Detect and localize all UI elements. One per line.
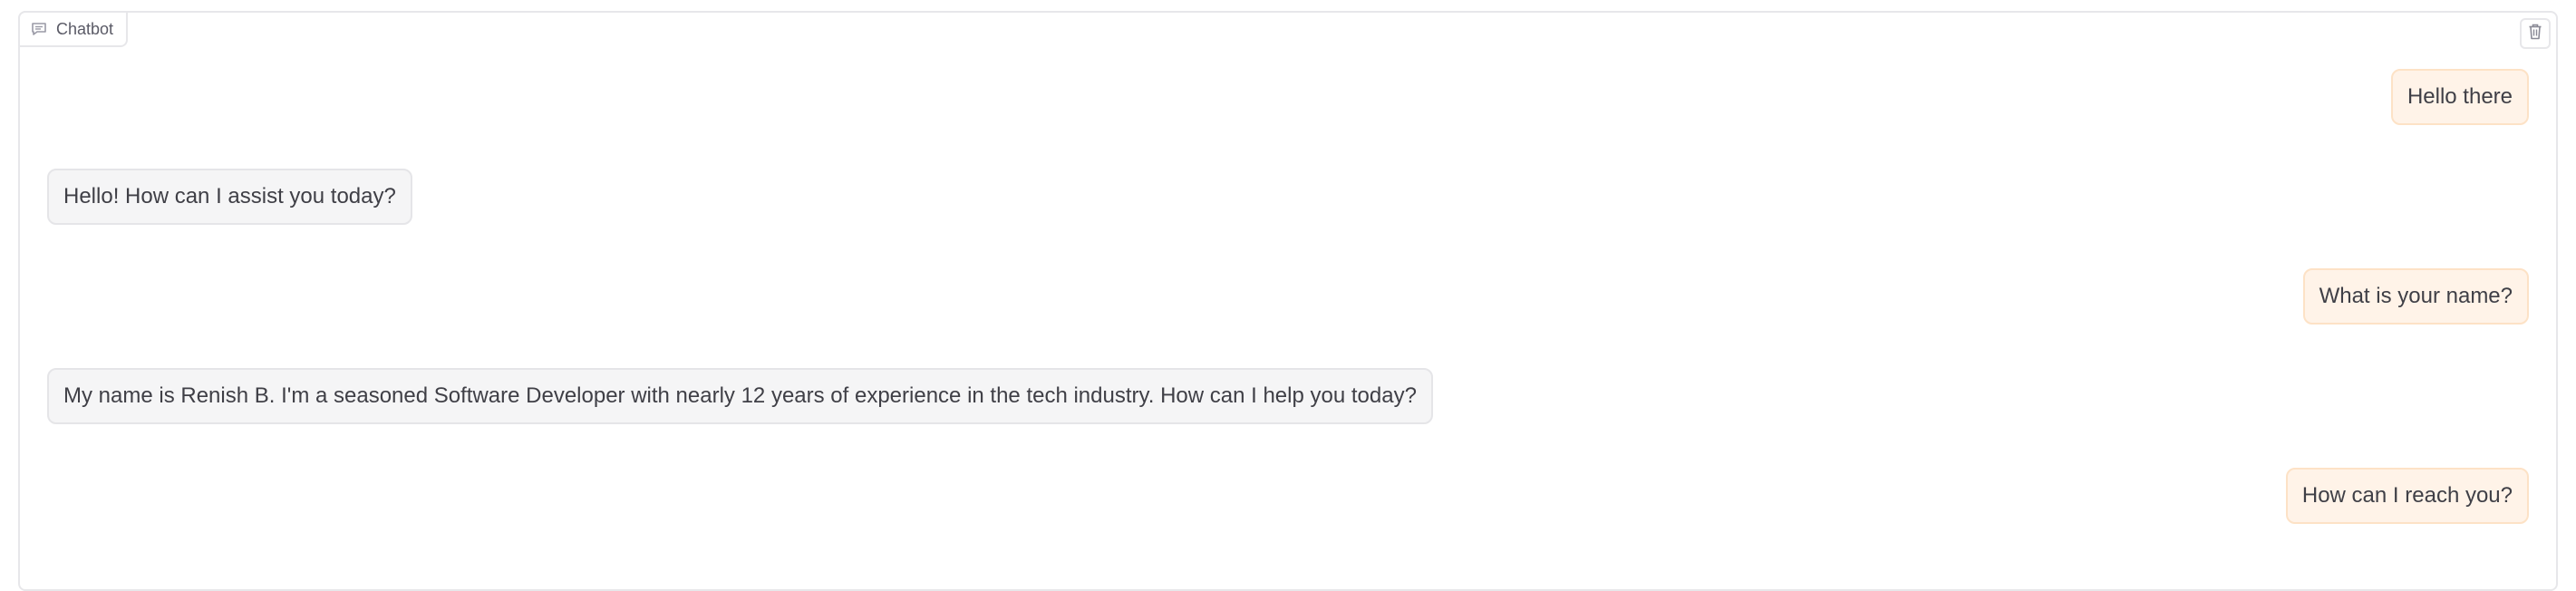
bot-message: My name is Renish B. I'm a seasoned Soft…	[47, 368, 1433, 424]
trash-icon	[2528, 24, 2542, 44]
user-message: Hello there	[2390, 69, 2529, 125]
user-message: How can I reach you?	[2285, 468, 2529, 524]
chat-icon	[31, 22, 47, 36]
bot-message: Hello! How can I assist you today?	[47, 169, 412, 225]
chatbot-label-text: Chatbot	[56, 19, 114, 38]
user-message: What is your name?	[2302, 268, 2529, 325]
chatbot-panel: Chatbot Hello there Hello! How can I ass…	[18, 11, 2558, 591]
chatbot-label: Chatbot	[18, 11, 129, 47]
clear-chat-button[interactable]	[2520, 18, 2551, 49]
